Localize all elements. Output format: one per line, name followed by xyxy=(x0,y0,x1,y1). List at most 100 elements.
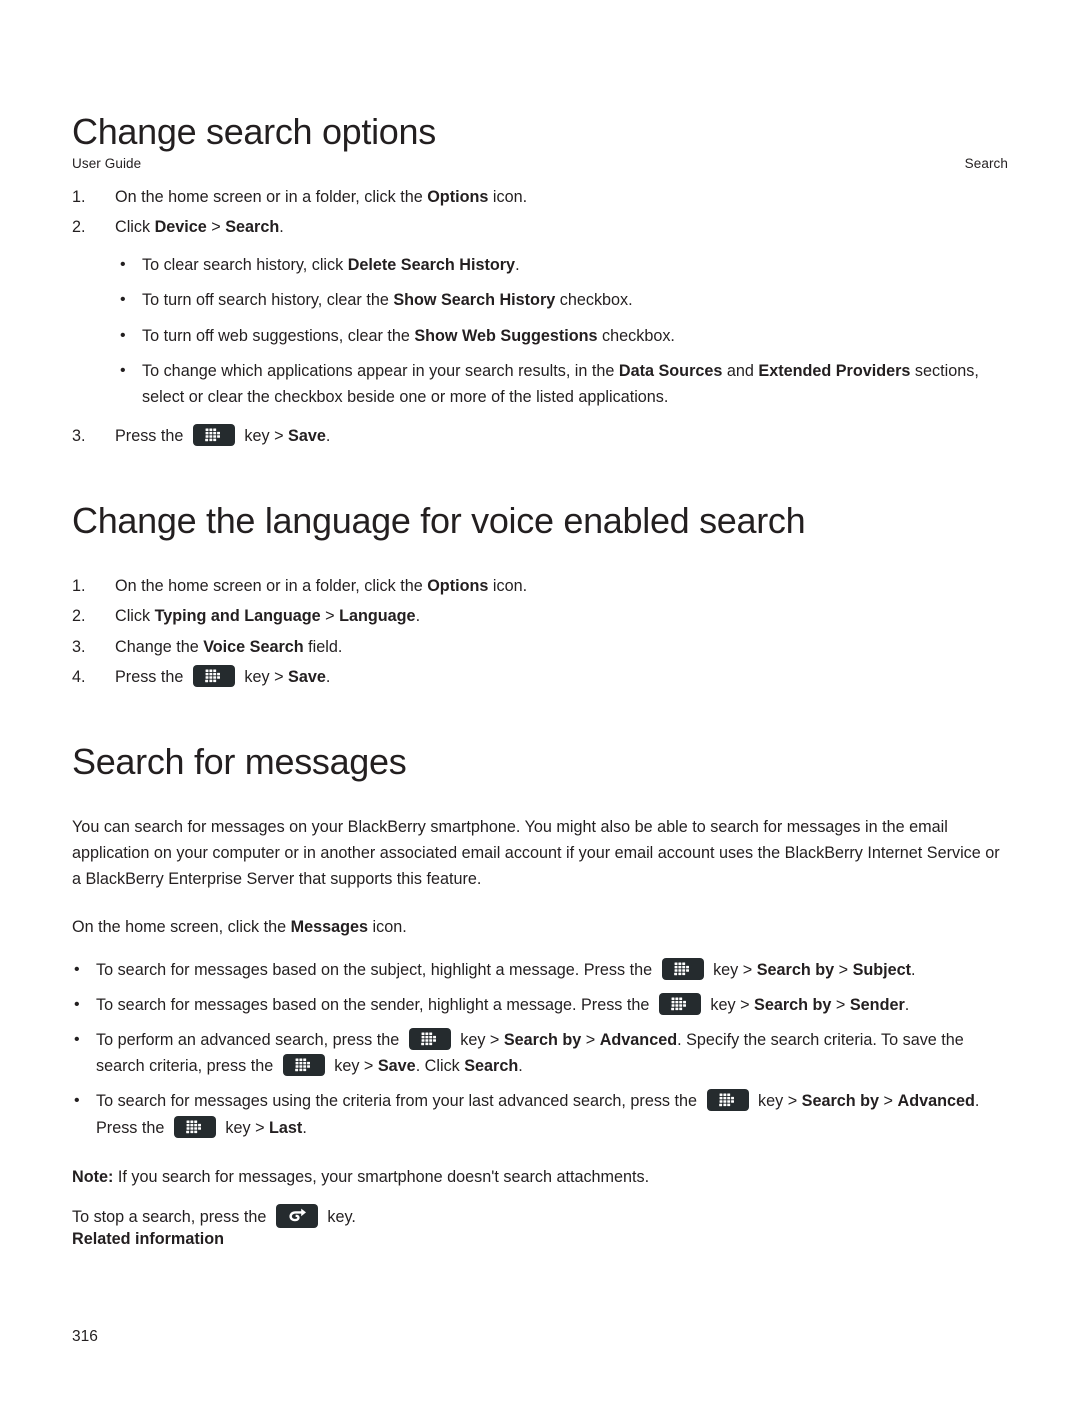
related-information-heading: Related information xyxy=(72,1230,224,1249)
bullet-text: To search for messages using the criteri… xyxy=(96,1092,702,1111)
bullet-marker: • xyxy=(74,1092,80,1110)
step-item: 2. Click Device > Search. xyxy=(72,214,1008,240)
bullet-emphasis: Subject xyxy=(852,960,912,979)
step-item: 2. Click Typing and Language > Language. xyxy=(72,603,1008,629)
step-text: Press the xyxy=(115,427,188,446)
step-text: key > xyxy=(239,667,289,686)
sub-bullet-text: To change which applications appear in y… xyxy=(142,361,619,380)
bullet-marker: • xyxy=(74,960,80,978)
running-head-right: Search xyxy=(964,156,1008,171)
bullet-item: • To search for messages using the criter… xyxy=(72,1088,1008,1140)
sub-bullet-item: • To change which applications appear in … xyxy=(118,358,1008,410)
step-item: 3. Change the Voice Search field. xyxy=(72,634,1008,660)
lead-in-emphasis: Messages xyxy=(290,918,369,937)
blackberry-menu-key-icon xyxy=(706,1089,749,1112)
bullet-emphasis: Advanced xyxy=(599,1031,678,1049)
step-emphasis: Save xyxy=(288,427,326,446)
bullet-text: . Click xyxy=(415,1057,465,1076)
bullet-text: key > xyxy=(329,1057,378,1076)
bullet-text: . xyxy=(302,1118,307,1137)
page-content: Change search options 1. On the home scree… xyxy=(72,112,1008,1249)
sub-bullet-emphasis: Extended Providers xyxy=(758,361,911,380)
bullet-emphasis: Advanced xyxy=(897,1092,975,1111)
step-text: > xyxy=(320,607,340,626)
bullet-emphasis: Last xyxy=(269,1118,303,1137)
bullet-text: > xyxy=(831,995,850,1014)
step-emphasis: Voice Search xyxy=(203,637,304,656)
bullet-emphasis: Search by xyxy=(801,1092,880,1111)
step-text: > xyxy=(206,217,226,236)
sub-bullet-text: . xyxy=(515,256,520,275)
step-number: 4. xyxy=(72,667,86,686)
step-text: On the home screen or in a folder, click… xyxy=(115,577,428,596)
bullet-marker: • xyxy=(120,256,126,274)
bullet-emphasis: Search by xyxy=(754,995,832,1014)
step-emphasis: Typing and Language xyxy=(154,607,321,626)
bullet-emphasis: Save xyxy=(377,1057,416,1076)
bullet-text: To perform an advanced search, press the xyxy=(96,1031,404,1049)
lead-in-text: On the home screen, click the xyxy=(72,918,291,937)
step-emphasis: Device xyxy=(154,217,207,236)
step-emphasis: Language xyxy=(339,607,416,626)
step-text: On the home screen or in a folder, click… xyxy=(115,187,428,206)
step-number: 1. xyxy=(72,187,86,206)
sub-bullet-text: checkbox. xyxy=(597,326,675,345)
step-text: . xyxy=(325,427,331,446)
bullet-emphasis: Search xyxy=(464,1057,519,1076)
bullet-marker: • xyxy=(74,1031,80,1048)
note-emphasis: Note: xyxy=(72,1167,114,1186)
running-head: User Guide Search xyxy=(72,156,1008,171)
step-text: icon. xyxy=(488,577,528,596)
steps-list: 1. On the home screen or in a folder, cli… xyxy=(72,573,1008,690)
bullet-text: To search for messages based on the send… xyxy=(96,995,654,1014)
section-title-change-search-options: Change search options xyxy=(72,111,436,152)
running-head-left: User Guide xyxy=(72,156,142,171)
step-emphasis: Options xyxy=(427,187,489,206)
sub-bullet-emphasis: Delete Search History xyxy=(347,256,516,275)
step-text: Click xyxy=(115,607,155,626)
steps-list-final: 3. Press the key > Save. xyxy=(72,423,1008,449)
sub-bullet-item: • To clear search history, click Delete S… xyxy=(118,252,1008,278)
bullet-text: > xyxy=(581,1031,600,1049)
intro-paragraph: You can search for messages on your Blac… xyxy=(72,817,1000,889)
sub-bullet-item: • To turn off web suggestions, clear the … xyxy=(118,323,1008,349)
step-number: 1. xyxy=(72,577,86,596)
step-number: 3. xyxy=(72,427,86,446)
sub-bullet-emphasis: Show Web Suggestions xyxy=(414,326,598,345)
step-item: 1. On the home screen or in a folder, cli… xyxy=(72,184,1008,210)
step-text: . xyxy=(279,217,284,236)
stop-search-paragraph: To stop a search, press the key. xyxy=(72,1204,1008,1230)
section-title-search-for-messages: Search for messages xyxy=(72,741,407,782)
document-page: User Guide Search Change search options 1… xyxy=(0,112,1080,1408)
step-text: Click xyxy=(115,217,155,236)
blackberry-menu-key-icon xyxy=(192,424,235,447)
bullet-text: > xyxy=(834,960,853,979)
bullet-item: • To search for messages based on the sub… xyxy=(72,957,1008,983)
sub-bullet-text: checkbox. xyxy=(555,291,633,310)
step-text: Change the xyxy=(115,637,204,656)
note-text: If you search for messages, your smartph… xyxy=(113,1167,650,1186)
sub-bullet-text: To turn off web suggestions, clear the xyxy=(142,326,415,345)
bullet-item: • To search for messages based on the sen… xyxy=(72,992,1008,1018)
step-emphasis: Search xyxy=(225,217,280,236)
bullet-marker: • xyxy=(120,291,126,309)
bullet-text: key > xyxy=(708,960,757,979)
note-paragraph: Note: If you search for messages, your s… xyxy=(72,1164,1008,1190)
step-text: . xyxy=(415,607,421,626)
bullet-list: • To search for messages based on the sub… xyxy=(72,957,1008,1141)
step-number: 3. xyxy=(72,637,86,656)
blackberry-menu-key-icon xyxy=(408,1028,451,1050)
bullet-text: key > xyxy=(705,995,755,1014)
steps-list: 1. On the home screen or in a folder, cli… xyxy=(72,184,1008,240)
bullet-emphasis: Sender xyxy=(849,995,905,1014)
bullet-text: . xyxy=(518,1057,523,1076)
bullet-text: To search for messages based on the subj… xyxy=(96,960,657,979)
step-number: 2. xyxy=(72,607,86,626)
